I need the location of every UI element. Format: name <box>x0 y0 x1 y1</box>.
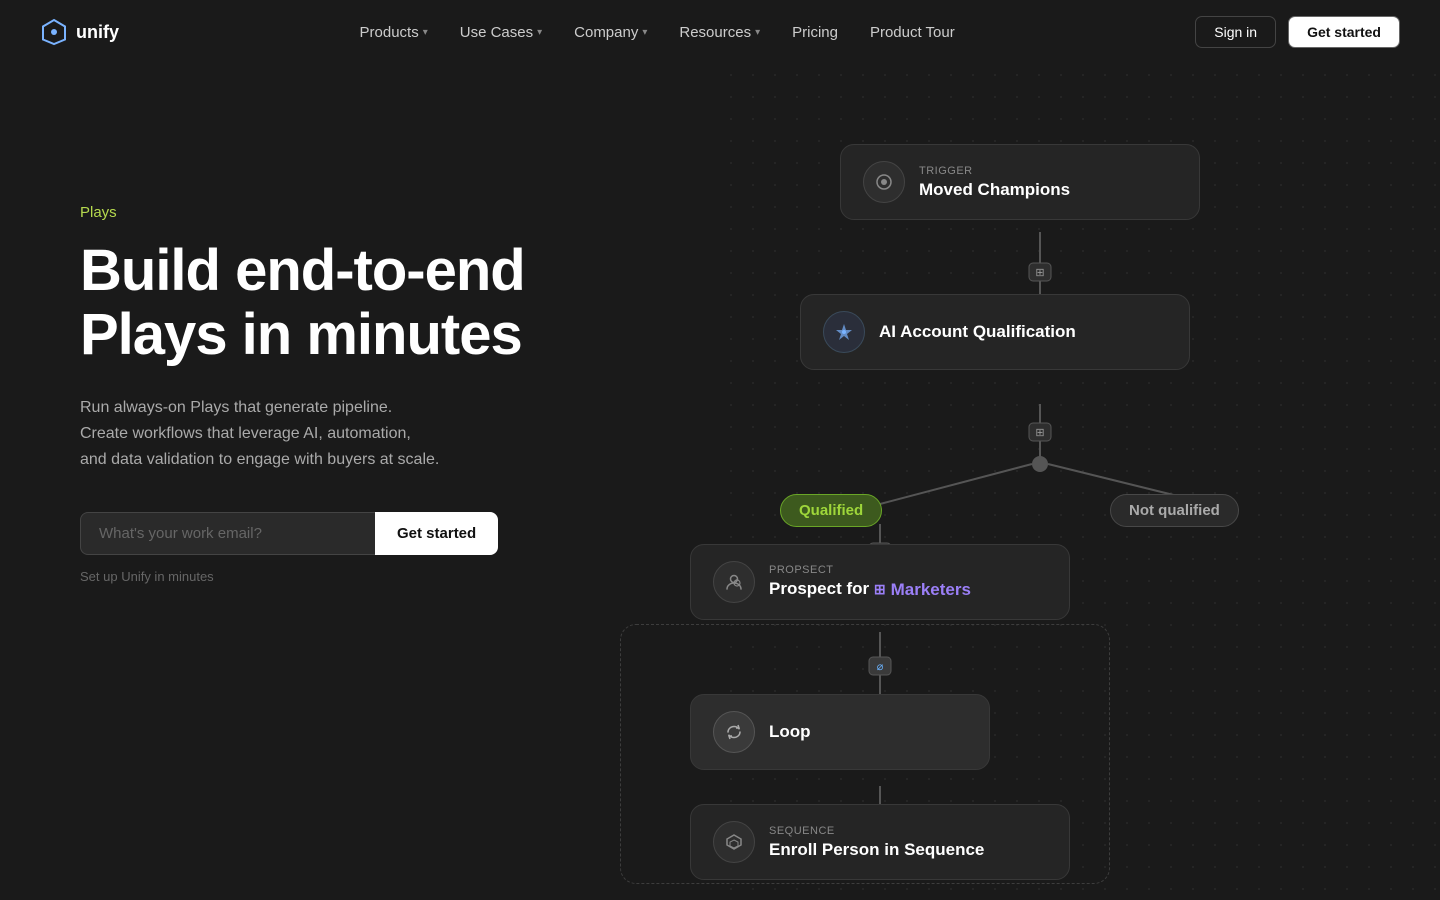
nav-pricing[interactable]: Pricing <box>778 18 852 47</box>
hero-title: Build end-to-end Plays in minutes <box>80 239 525 367</box>
sequence-card: Sequence Enroll Person in Sequence <box>690 804 1070 880</box>
hero-label: Plays <box>80 204 525 221</box>
prospect-card: Propsect Prospect for ⊞ Marketers <box>690 544 1070 620</box>
marketers-tag: ⊞ Marketers <box>874 580 971 600</box>
chevron-down-icon: ▾ <box>642 27 647 38</box>
dot-background <box>720 64 1440 900</box>
chevron-down-icon: ▾ <box>755 27 760 38</box>
main-content: Plays Build end-to-end Plays in minutes … <box>0 64 1440 900</box>
ai-icon <box>823 311 865 353</box>
ai-card: AI Account Qualification <box>800 294 1190 370</box>
svg-text:⊞: ⊞ <box>1035 427 1044 439</box>
trigger-label: Trigger <box>919 165 1070 177</box>
svg-text:⌀: ⌀ <box>877 811 884 823</box>
trigger-icon <box>863 161 905 203</box>
nav-company[interactable]: Company ▾ <box>560 18 661 47</box>
hero-section: Plays Build end-to-end Plays in minutes … <box>80 64 525 584</box>
svg-text:⌀: ⌀ <box>877 661 884 673</box>
qualified-badge: Qualified <box>780 494 882 527</box>
nav-product-tour[interactable]: Product Tour <box>856 18 969 47</box>
hero-description: Run always-on Plays that generate pipeli… <box>80 395 500 474</box>
svg-text:⊞: ⊞ <box>875 547 884 559</box>
not-qualified-badge: Not qualified <box>1110 494 1239 527</box>
sign-in-button[interactable]: Sign in <box>1195 16 1276 48</box>
get-started-nav-button[interactable]: Get started <box>1288 16 1400 48</box>
hero-cta-button[interactable]: Get started <box>375 512 498 555</box>
svg-text:⌀: ⌀ <box>877 705 884 717</box>
logo[interactable]: unify <box>40 18 119 46</box>
hero-note: Set up Unify in minutes <box>80 569 525 584</box>
loop-title: Loop <box>769 722 811 742</box>
nav-resources[interactable]: Resources ▾ <box>665 18 774 47</box>
sequence-label: Sequence <box>769 825 984 837</box>
nav-links: Products ▾ Use Cases ▾ Company ▾ Resourc… <box>346 18 969 47</box>
email-input[interactable] <box>80 512 375 555</box>
trigger-card: Trigger Moved Champions <box>840 144 1200 220</box>
chevron-down-icon: ▾ <box>423 27 428 38</box>
sequence-icon <box>713 821 755 863</box>
svg-text:⊞: ⊞ <box>1035 315 1044 327</box>
loop-card: Loop <box>690 694 990 770</box>
prospect-icon <box>713 561 755 603</box>
nav-use-cases[interactable]: Use Cases ▾ <box>446 18 556 47</box>
ai-title: AI Account Qualification <box>879 322 1076 342</box>
brand-name: unify <box>76 22 119 43</box>
marketers-icon: ⊞ <box>874 581 886 598</box>
prospect-title: Prospect for ⊞ Marketers <box>769 579 971 600</box>
hero-form: Get started <box>80 512 525 555</box>
loop-icon <box>713 711 755 753</box>
navbar: unify Products ▾ Use Cases ▾ Company ▾ R… <box>0 0 1440 64</box>
trigger-title: Moved Champions <box>919 180 1070 200</box>
svg-text:⊞: ⊞ <box>1035 267 1044 279</box>
prospect-label: Propsect <box>769 564 971 576</box>
nav-products[interactable]: Products ▾ <box>346 18 442 47</box>
sequence-title: Enroll Person in Sequence <box>769 840 984 860</box>
nav-actions: Sign in Get started <box>1195 16 1400 48</box>
workflow-diagram: ⊞ ⊞ ⊞ ⊞ <box>720 64 1440 900</box>
loop-container <box>620 624 1110 884</box>
chevron-down-icon: ▾ <box>537 27 542 38</box>
connector-lines: ⊞ ⊞ ⊞ ⊞ <box>720 64 1440 900</box>
